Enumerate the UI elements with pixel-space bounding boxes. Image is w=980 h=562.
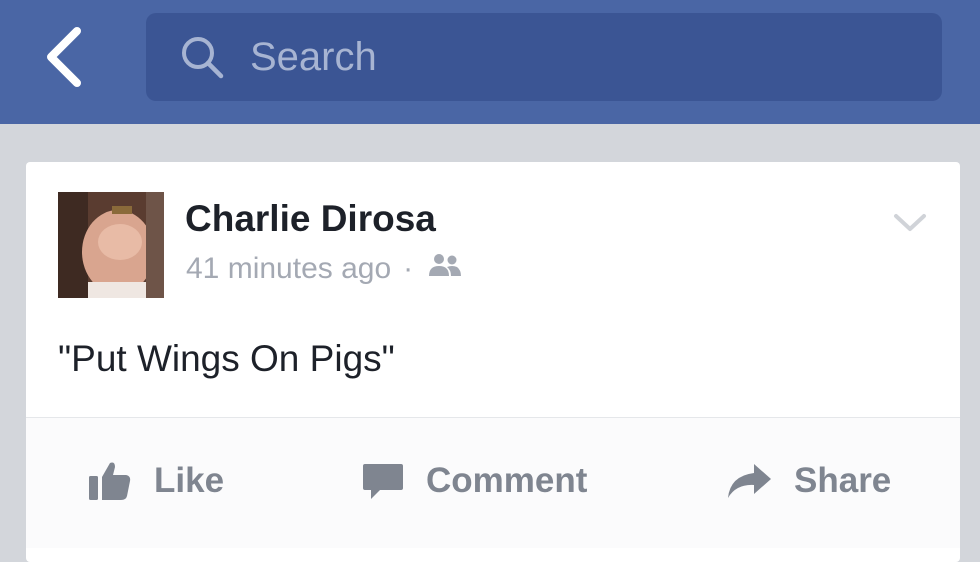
like-button[interactable]: Like	[88, 456, 224, 506]
back-button[interactable]	[34, 22, 94, 92]
meta-separator: ·	[403, 252, 414, 285]
post-timestamp[interactable]: 41 minutes ago	[186, 252, 391, 286]
share-button[interactable]: Share	[726, 456, 891, 506]
comment-label: Comment	[426, 461, 588, 500]
post-meta: 41 minutes ago ·	[186, 252, 463, 286]
thumbs-up-icon	[88, 460, 132, 502]
share-label: Share	[794, 461, 892, 500]
share-arrow-icon	[726, 462, 772, 500]
top-navbar	[0, 0, 980, 124]
search-bar[interactable]	[146, 13, 942, 101]
back-chevron-icon	[47, 27, 81, 87]
friends-icon[interactable]	[427, 252, 463, 286]
post-author-name[interactable]: Charlie Dirosa	[185, 198, 436, 240]
comment-icon	[362, 461, 404, 501]
comment-button[interactable]: Comment	[362, 456, 587, 506]
search-icon	[178, 33, 226, 81]
post-card: Charlie Dirosa 41 minutes ago · "Put Win…	[26, 162, 960, 562]
post-options-button[interactable]	[890, 208, 930, 238]
search-input[interactable]	[248, 21, 892, 93]
post-text: "Put Wings On Pigs"	[58, 338, 395, 379]
like-label: Like	[154, 461, 225, 500]
post-actions-bar: Like Comment Share	[26, 418, 960, 548]
avatar[interactable]	[58, 192, 164, 298]
chevron-down-icon	[894, 214, 926, 231]
